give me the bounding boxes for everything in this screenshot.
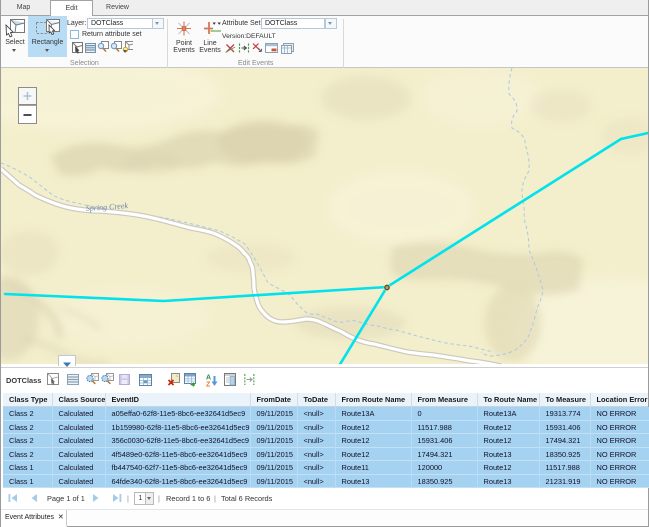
svg-text:A: A (206, 375, 211, 382)
svg-text:Z: Z (206, 382, 211, 389)
